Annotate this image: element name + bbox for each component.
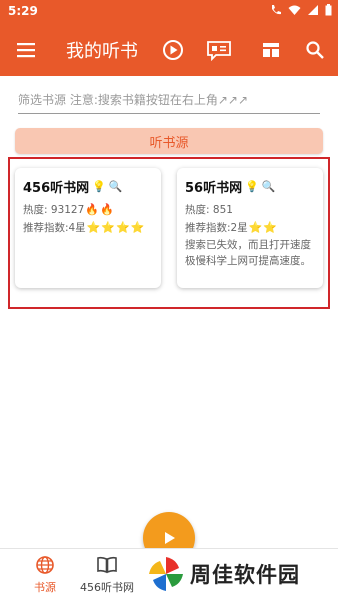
watermark-text: 周佳软件园 (190, 563, 300, 587)
search-button[interactable] (302, 37, 328, 63)
community-button[interactable] (206, 37, 232, 63)
lightbulb-icon: 💡 (245, 180, 259, 193)
rating-row: 推荐指数:4星 ⭐ ⭐ ⭐ ⭐ (23, 220, 153, 235)
source-card[interactable]: 56听书网 💡 🔍 热度: 851 推荐指数:2星 ⭐ ⭐ 搜索已失效，而且打开速… (177, 168, 323, 288)
heat-value: 851 (212, 203, 233, 216)
source-name: 456听书网 (23, 181, 90, 196)
signal-icon (308, 5, 318, 15)
star-icon: ⭐ (101, 221, 116, 234)
source-description: 搜索已失效，而且打开速度极慢科学上网可提高速度。 (185, 239, 311, 267)
section-header-button[interactable]: 听书源 (15, 128, 323, 154)
rating-row: 推荐指数:2星 ⭐ ⭐ (185, 220, 315, 235)
star-icon: ⭐ (116, 221, 130, 234)
star-icon: ⭐ (86, 221, 101, 234)
rating-text: 推荐指数:2星 (185, 222, 248, 234)
phone-icon (272, 5, 281, 15)
star-icon: ⭐ (130, 221, 145, 234)
heat-label: 热度: (185, 204, 210, 216)
community-icon (207, 41, 231, 61)
rating-text: 推荐指数:4星 (23, 222, 86, 234)
source-name-row: 456听书网 💡 🔍 (23, 177, 153, 196)
wifi-icon (288, 5, 301, 15)
pinwheel-logo-icon (149, 557, 183, 591)
flame-icon: 🔥 (100, 203, 114, 216)
source-card[interactable]: 456听书网 💡 🔍 热度: 93127 🔥 🔥 推荐指数:4星 ⭐ ⭐ ⭐ ⭐ (15, 168, 161, 288)
lightbulb-icon: 💡 (92, 180, 106, 193)
layout-button[interactable] (258, 37, 284, 63)
play-button[interactable] (160, 37, 186, 63)
status-time: 5:29 (8, 4, 38, 18)
globe-icon (36, 556, 54, 574)
status-bar: 5:29 (0, 0, 338, 24)
heat-label: 热度: (23, 204, 48, 216)
star-icon: ⭐ (248, 221, 263, 234)
filter-field (18, 88, 320, 114)
flame-icon: 🔥 (85, 203, 99, 216)
filter-input[interactable] (18, 88, 320, 112)
play-icon (165, 532, 175, 544)
source-name: 56听书网 (185, 181, 243, 196)
play-circle-icon (163, 40, 183, 60)
watermark: 周佳软件园 (146, 554, 300, 594)
heat-value: 93127 (50, 203, 85, 216)
nav-label: 456听书网 (80, 581, 134, 594)
menu-icon (17, 43, 35, 58)
magnifier-icon: 🔍 (108, 180, 123, 193)
system-icons (270, 4, 332, 16)
book-icon (97, 556, 117, 574)
heat-row: 热度: 93127 🔥 🔥 (23, 202, 153, 217)
menu-button[interactable] (14, 38, 38, 62)
app-bar: 我的听书 (0, 24, 338, 76)
heat-row: 热度: 851 (185, 202, 315, 217)
nav-item-456-site[interactable]: 456听书网 (67, 555, 147, 595)
star-icon: ⭐ (263, 221, 278, 234)
magnifier-icon: 🔍 (261, 180, 276, 193)
page-title: 我的听书 (66, 41, 138, 62)
source-name-row: 56听书网 💡 🔍 (185, 177, 315, 196)
search-icon (306, 41, 324, 59)
battery-icon (325, 4, 332, 16)
dashboard-icon (263, 43, 279, 57)
